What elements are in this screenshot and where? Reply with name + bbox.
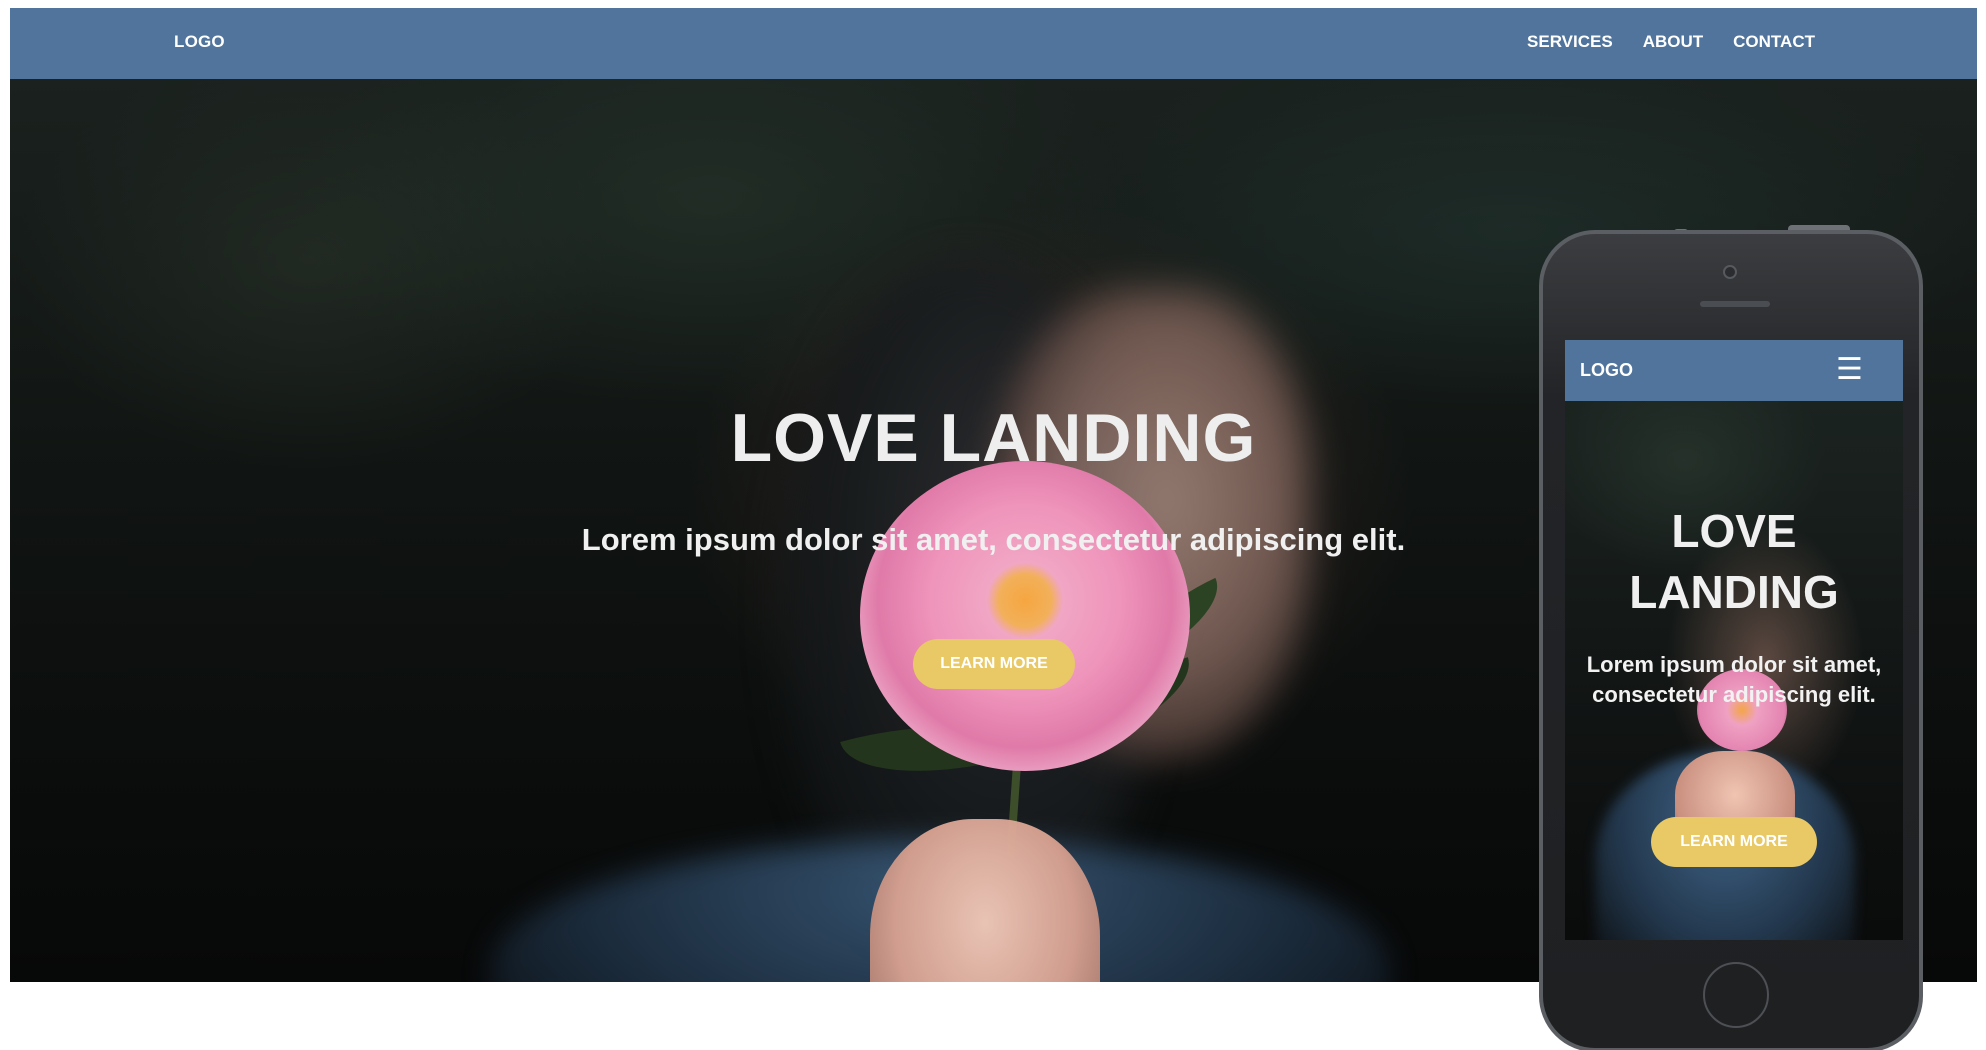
mobile-navbar: LOGO ☰ [1565,340,1903,401]
desktop-navbar: LOGO SERVICES ABOUT CONTACT [10,8,1977,79]
phone-speaker [1700,301,1770,307]
nav-link-contact[interactable]: CONTACT [1733,32,1815,52]
mockup-stage: LOGO SERVICES ABOUT CONTACT LOVE LANDING [0,0,1986,1050]
mobile-hero-title-line1: LOVE [1671,505,1797,557]
phone-mockup: LOGO ☰ LOVE LANDING Lorem ipsum dolor si… [1539,230,1923,1050]
desktop-nav: SERVICES ABOUT CONTACT [1527,32,1815,52]
mobile-hero: LOVE LANDING Lorem ipsum dolor sit amet,… [1565,401,1903,940]
mobile-hero-title-line2: LANDING [1629,566,1839,618]
phone-screen: LOGO ☰ LOVE LANDING Lorem ipsum dolor si… [1565,340,1903,940]
nav-link-about[interactable]: ABOUT [1643,32,1703,52]
mobile-logo[interactable]: LOGO [1580,360,1633,381]
desktop-logo[interactable]: LOGO [174,32,225,52]
phone-camera-icon [1723,265,1737,279]
phone-home-button [1703,962,1769,1028]
desktop-learn-more-button[interactable]: LEARN MORE [913,639,1075,689]
mobile-learn-more-button[interactable]: LEARN MORE [1651,817,1817,867]
nav-link-services[interactable]: SERVICES [1527,32,1613,52]
mobile-hero-title: LOVE LANDING [1565,501,1903,623]
mobile-hero-subtitle: Lorem ipsum dolor sit amet, consectetur … [1586,652,1882,707]
hamburger-menu-icon[interactable]: ☰ [1836,354,1863,386]
